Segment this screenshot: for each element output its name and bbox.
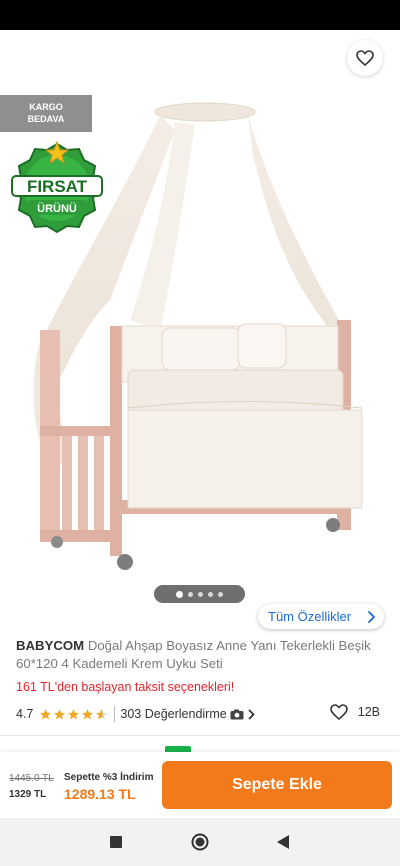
rating-value: 4.7 (16, 707, 34, 721)
bottom-purchase-bar: 1445.0 TL 1329 TL Sepette %3 İndirim 128… (0, 752, 400, 818)
like-count: 12B (357, 705, 380, 719)
chevron-right-icon (248, 708, 255, 720)
all-features-label: Tüm Özellikler (268, 609, 352, 624)
next-section-peek (0, 742, 400, 752)
star-icon (40, 708, 52, 719)
triangle-back-icon (276, 835, 289, 849)
reviews-count: 303 Değerlendirme (120, 707, 227, 721)
image-pager[interactable] (154, 585, 245, 603)
share-button[interactable] (296, 44, 326, 76)
discounted-price: 1289.13 TL (64, 786, 136, 802)
back-button[interactable] (12, 44, 44, 76)
pager-dot[interactable] (176, 590, 183, 598)
square-icon (110, 836, 122, 848)
like-counter[interactable]: 12B (329, 704, 380, 720)
star-icon (54, 708, 66, 719)
nav-back-button[interactable] (273, 832, 293, 852)
system-nav-bar (0, 818, 400, 866)
chevron-right-icon (368, 611, 375, 623)
pager-dot[interactable] (188, 591, 193, 597)
arrow-left-icon (20, 53, 36, 67)
rating-stars (39, 708, 108, 721)
urunu-text: ÜRÜNÜ (37, 202, 77, 215)
pager-dot[interactable] (198, 591, 203, 597)
share-icon (302, 50, 319, 70)
firsat-seal: FIRSAT ÜRÜNÜ (11, 140, 103, 234)
product-brand[interactable]: BABYCOM (16, 638, 84, 653)
old-price: 1445.0 TL (9, 773, 54, 784)
product-title: BABYCOM Doğal Ahşap Boyasız Anne Yanı Te… (16, 637, 386, 673)
top-action-bar (0, 30, 400, 88)
firsat-urunu-badge: FIRSAT ÜRÜNÜ (10, 140, 104, 236)
status-bar (0, 0, 400, 30)
firsat-text: FIRSAT (27, 177, 88, 196)
cargo-badge-line1: KARGO (29, 102, 63, 112)
star-icon (68, 708, 80, 719)
home-button[interactable] (190, 832, 210, 852)
recents-button[interactable] (106, 832, 126, 852)
cart-discount-label: Sepette %3 İndirim (64, 772, 154, 783)
add-to-cart-button[interactable]: Sepete Ekle (162, 761, 392, 809)
pager-dot[interactable] (218, 591, 223, 597)
rating-divider (114, 706, 116, 722)
all-features-button[interactable]: Tüm Özellikler (258, 604, 384, 629)
pager-dot[interactable] (208, 591, 213, 597)
circle-icon (191, 833, 209, 851)
section-divider (0, 735, 400, 736)
star-icon (82, 708, 94, 719)
installment-link[interactable]: 161 TL'den başlayan taksit seçenekleri! (16, 680, 234, 694)
free-shipping-badge: KARGO BEDAVA (0, 95, 92, 132)
rating-row: 4.7 303 Değerlendirme 12B (16, 704, 384, 724)
camera-icon (230, 709, 244, 719)
heart-outline-icon (329, 704, 348, 720)
reviews-link[interactable]: 303 Değerlendirme (120, 707, 255, 721)
cargo-badge-line2: BEDAVA (27, 114, 65, 124)
current-price: 1329 TL (9, 789, 47, 800)
star-half-icon (96, 708, 108, 719)
